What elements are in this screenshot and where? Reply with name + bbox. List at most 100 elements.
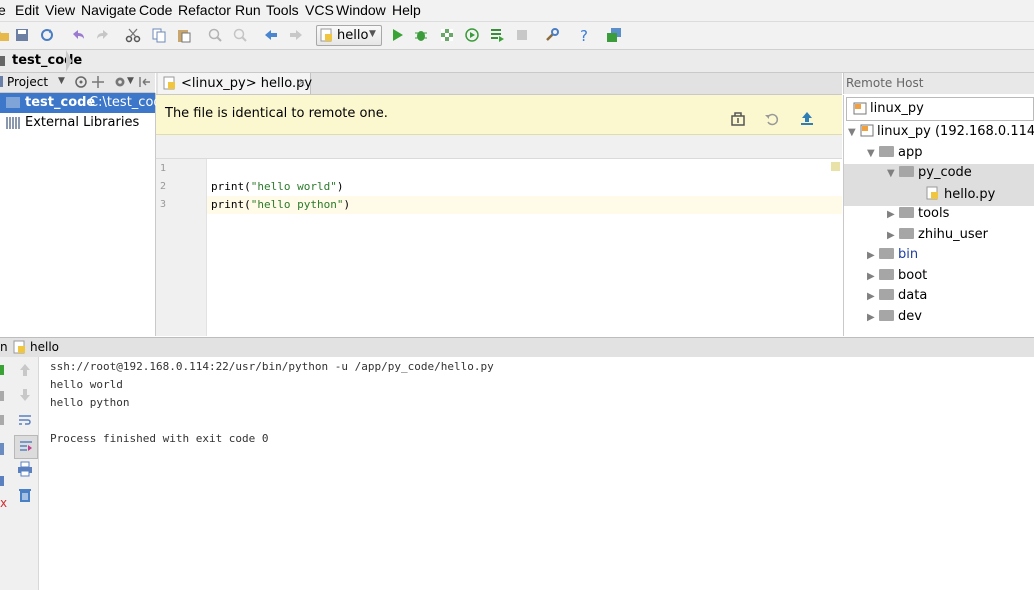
find-icon[interactable] bbox=[207, 27, 223, 43]
arrow-down-icon[interactable] bbox=[17, 387, 33, 403]
remote-folder-zhihu-user[interactable]: ▶ zhihu_user bbox=[887, 227, 988, 247]
rerun-icon[interactable] bbox=[0, 365, 4, 375]
expand-arrow-icon[interactable]: ▶ bbox=[867, 271, 879, 282]
settings-wrench-icon[interactable] bbox=[544, 27, 560, 43]
project-view-selector[interactable]: Project bbox=[7, 75, 48, 89]
back-icon[interactable] bbox=[263, 27, 279, 43]
menu-view[interactable]: View bbox=[45, 2, 75, 18]
undo-icon[interactable] bbox=[70, 27, 86, 43]
chevron-down-icon[interactable]: ▼ bbox=[58, 76, 65, 86]
remote-folder-dev[interactable]: ▶ dev bbox=[867, 309, 922, 329]
tab-hello-py[interactable]: <linux_py> hello.py × bbox=[158, 73, 312, 94]
line-number-gutter: 1 2 3 bbox=[156, 159, 207, 336]
remote-folder-tools[interactable]: ▶ tools bbox=[887, 206, 949, 226]
remote-folder-data[interactable]: ▶ data bbox=[867, 288, 927, 308]
expand-arrow-icon[interactable]: ▶ bbox=[887, 230, 899, 241]
tree-item-external-libraries[interactable]: External Libraries bbox=[0, 113, 155, 133]
save-icon[interactable] bbox=[14, 27, 30, 43]
remote-file-hello-py[interactable]: hello.py bbox=[926, 186, 995, 206]
remote-sync-notice: The file is identical to remote one. bbox=[156, 95, 842, 135]
print-icon[interactable] bbox=[17, 461, 33, 477]
expand-arrow-icon[interactable]: ▶ bbox=[887, 209, 899, 220]
tree-item-label: External Libraries bbox=[25, 115, 140, 130]
restore-layout-icon[interactable] bbox=[0, 443, 4, 455]
close-icon[interactable]: × bbox=[297, 76, 306, 89]
menu-file[interactable]: e bbox=[0, 2, 6, 18]
remote-tree-label: py_code bbox=[918, 165, 972, 180]
menu-code[interactable]: Code bbox=[139, 2, 172, 18]
run-configuration-select[interactable]: hello ▼ bbox=[316, 25, 382, 46]
remote-folder-bin[interactable]: ▶ bin bbox=[867, 247, 918, 267]
menu-refactor[interactable]: Refactor bbox=[178, 2, 231, 18]
menu-navigate[interactable]: Navigate bbox=[81, 2, 136, 18]
folder-icon bbox=[879, 289, 894, 300]
menu-edit[interactable]: Edit bbox=[15, 2, 39, 18]
close-run-icon[interactable]: x bbox=[0, 497, 7, 509]
menu-vcs[interactable]: VCS bbox=[305, 2, 334, 18]
chevron-down-icon[interactable]: ▼ bbox=[127, 76, 134, 86]
run-console[interactable]: ssh://root@192.168.0.114:22/usr/bin/pyth… bbox=[39, 357, 1034, 590]
redo-icon[interactable] bbox=[95, 27, 111, 43]
profile-icon[interactable] bbox=[464, 27, 480, 43]
paste-icon[interactable] bbox=[176, 27, 192, 43]
analysis-marker[interactable] bbox=[831, 162, 840, 171]
python-file-icon bbox=[320, 28, 332, 42]
server-select[interactable]: linux_py bbox=[846, 97, 1034, 121]
console-line: Process finished with exit code 0 bbox=[50, 432, 269, 445]
expand-arrow-icon[interactable]: ▶ bbox=[867, 312, 879, 323]
expand-arrow-icon[interactable]: ▶ bbox=[867, 291, 879, 302]
expand-arrow-icon[interactable]: ▼ bbox=[867, 148, 879, 159]
menu-window[interactable]: Window bbox=[336, 2, 386, 18]
folder-icon bbox=[899, 207, 914, 218]
expand-arrow-icon[interactable]: ▼ bbox=[887, 168, 899, 179]
coverage-icon[interactable] bbox=[439, 27, 455, 43]
concurrency-icon[interactable] bbox=[489, 27, 505, 43]
tree-item-test-code[interactable]: test_code C:\test_code bbox=[0, 93, 170, 113]
arrow-up-icon[interactable] bbox=[17, 362, 33, 378]
python-console-icon[interactable] bbox=[606, 27, 622, 43]
replace-icon[interactable] bbox=[232, 27, 248, 43]
remote-tree-label: zhihu_user bbox=[918, 227, 989, 242]
collapse-all-icon[interactable] bbox=[91, 75, 105, 89]
remote-tree-root[interactable]: ▼ linux_py (192.168.0.114) bbox=[848, 124, 1034, 144]
hide-panel-icon[interactable] bbox=[138, 75, 152, 89]
code-editor[interactable]: print("hello world") print("hello python… bbox=[207, 159, 842, 336]
sync-icon[interactable] bbox=[39, 27, 55, 43]
compare-remote-icon[interactable] bbox=[730, 110, 746, 126]
expand-arrow-icon[interactable]: ▶ bbox=[867, 250, 879, 261]
pause-icon[interactable] bbox=[0, 415, 4, 425]
stop-icon[interactable] bbox=[514, 27, 530, 43]
trash-icon[interactable] bbox=[17, 487, 33, 503]
run-icon[interactable] bbox=[389, 27, 405, 43]
folder-icon bbox=[899, 166, 914, 177]
editor-breadcrumb-area bbox=[156, 135, 842, 159]
remote-folder-boot[interactable]: ▶ boot bbox=[867, 268, 927, 288]
menu-run[interactable]: Run bbox=[235, 2, 261, 18]
scroll-to-end-toggle[interactable] bbox=[14, 435, 38, 459]
remote-folder-py-code[interactable]: ▼ py_code bbox=[887, 165, 972, 185]
remote-host-title: Remote Host bbox=[846, 76, 924, 90]
code-paren: ) bbox=[343, 198, 351, 211]
revert-icon[interactable] bbox=[764, 110, 780, 126]
run-tab-hello[interactable]: hello bbox=[30, 340, 59, 354]
pin-icon[interactable] bbox=[0, 476, 4, 486]
copy-icon[interactable] bbox=[151, 27, 167, 43]
remote-tree-label: boot bbox=[898, 268, 928, 283]
stop-icon[interactable] bbox=[0, 391, 4, 401]
forward-icon[interactable] bbox=[288, 27, 304, 43]
cut-icon[interactable] bbox=[125, 27, 141, 43]
scroll-to-end-icon bbox=[20, 441, 32, 451]
chevron-down-icon: ▼ bbox=[369, 29, 376, 39]
gear-icon[interactable] bbox=[113, 75, 127, 89]
scroll-from-source-icon[interactable] bbox=[74, 75, 88, 89]
soft-wrap-icon[interactable] bbox=[17, 412, 33, 428]
remote-folder-app[interactable]: ▼ app bbox=[867, 145, 922, 165]
help-icon[interactable]: ? bbox=[576, 27, 592, 43]
menu-tools[interactable]: Tools bbox=[266, 2, 299, 18]
menu-help[interactable]: Help bbox=[392, 2, 421, 18]
expand-arrow-icon[interactable]: ▼ bbox=[848, 127, 860, 138]
upload-icon[interactable] bbox=[799, 110, 815, 126]
server-icon bbox=[860, 124, 874, 137]
open-folder-icon[interactable] bbox=[0, 27, 10, 43]
debug-icon[interactable] bbox=[413, 27, 429, 43]
